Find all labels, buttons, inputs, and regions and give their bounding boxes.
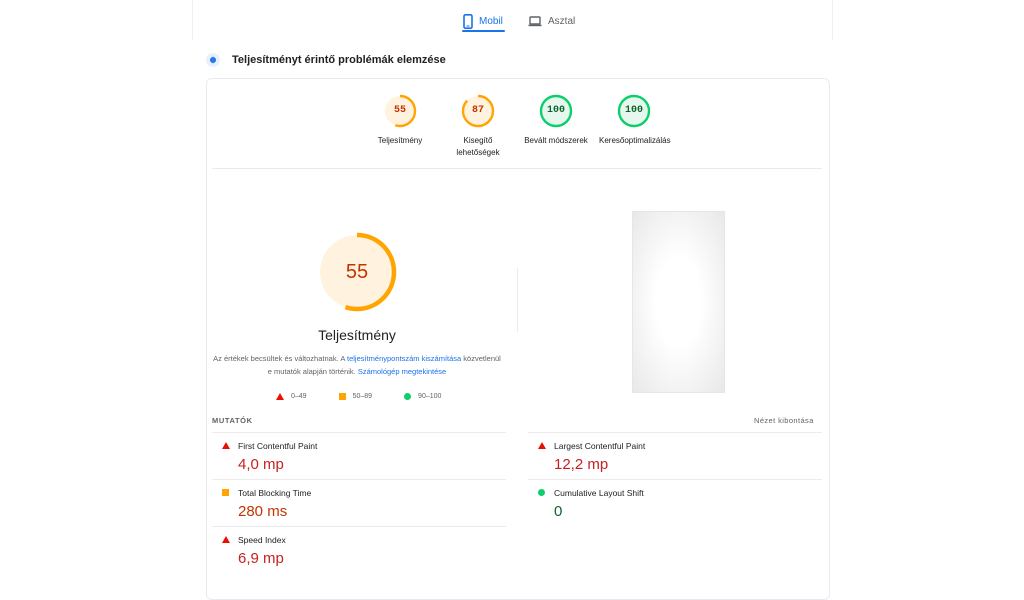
device-tabs: Mobil Asztal [0, 8, 1024, 34]
legend-average: 50–89 [338, 392, 373, 400]
gauge-ring: 100 [539, 94, 573, 128]
legend-pass: 90–100 [404, 392, 442, 400]
metric-name: Total Blocking Time [238, 488, 312, 498]
gauge-score: 100 [624, 105, 643, 116]
tab-desktop-label: Asztal [548, 15, 576, 27]
category-gauge-performance[interactable]: 55 Teljesítmény [365, 94, 435, 147]
green-circle-icon [538, 489, 545, 496]
metric-name: Largest Contentful Paint [554, 441, 646, 451]
legend-pass-label: 90–100 [418, 392, 442, 400]
metric-name: Cumulative Layout Shift [554, 488, 644, 498]
orange-square-icon [338, 392, 346, 400]
metric-lcp: Largest Contentful Paint 12,2 mp [528, 432, 822, 480]
section-header: Teljesítményt érintő problémák elemzése [206, 50, 446, 70]
gauge-label: Kisegítő lehetőségek [456, 136, 500, 157]
red-triangle-icon [222, 536, 230, 543]
gauge-ring: 55 [383, 94, 417, 128]
metric-value: 280 ms [238, 503, 288, 520]
gauge-score: 87 [471, 105, 484, 116]
metric-value: 6,9 mp [238, 550, 284, 567]
metric-tbt: Total Blocking Time 280 ms [212, 479, 506, 527]
legend-average-label: 50–89 [352, 392, 373, 400]
gauge-label: Bevált módszerek [524, 136, 588, 145]
legend-fail-label: 0–49 [291, 392, 307, 400]
red-triangle-icon [222, 442, 230, 449]
lighthouse-icon [206, 53, 220, 67]
section-title: Teljesítményt érintő problémák elemzése [232, 54, 446, 66]
gauge-ring: 100 [617, 94, 651, 128]
tab-mobile-label: Mobil [479, 15, 503, 27]
metric-value: 12,2 mp [554, 456, 609, 473]
gauge-label: Keresőoptimalizálás [599, 136, 671, 145]
divider [517, 268, 518, 332]
orange-square-icon [222, 489, 229, 496]
divider [212, 168, 822, 169]
performance-gauge: 55 [316, 231, 398, 313]
expand-view-button[interactable]: Nézet kibontása [754, 416, 814, 425]
description-text: Az értékek becsültek és változhatnak. A [213, 354, 347, 363]
calculator-link[interactable]: Számológép megtekintése [358, 367, 446, 376]
laptop-icon [528, 15, 542, 27]
metric-name: First Contentful Paint [238, 441, 318, 451]
gauge-ring: 87 [461, 94, 495, 128]
metric-name: Speed Index [238, 535, 286, 545]
tab-desktop[interactable]: Asztal [528, 8, 575, 34]
red-triangle-icon [276, 392, 284, 400]
metric-value: 4,0 mp [238, 456, 284, 473]
legend-fail: 0–49 [276, 392, 307, 400]
category-gauge-seo[interactable]: 100 Keresőoptimalizálás [599, 94, 671, 147]
active-tab-indicator [462, 30, 505, 32]
gauge-score: 55 [393, 105, 406, 116]
gauge-label: Teljesítmény [377, 136, 423, 145]
score-legend: 0–49 50–89 90–100 [276, 391, 441, 401]
metric-value: 0 [554, 503, 563, 520]
gauge-score: 100 [546, 105, 565, 116]
metric-cls: Cumulative Layout Shift 0 [528, 479, 822, 527]
metric-speed-index: Speed Index 6,9 mp [212, 526, 506, 574]
performance-title: Teljesítmény [318, 327, 396, 343]
metric-fcp: First Contentful Paint 4,0 mp [212, 432, 506, 480]
page-screenshot-thumbnail [632, 211, 725, 393]
score-calculation-link[interactable]: teljesítménypontszám kiszámítása [347, 354, 461, 363]
score-description: Az értékek becsültek és változhatnak. A … [212, 352, 502, 378]
smartphone-icon [463, 13, 473, 29]
performance-score: 55 [345, 261, 369, 283]
category-gauge-best-practices[interactable]: 100 Bevált módszerek [521, 94, 591, 147]
red-triangle-icon [538, 442, 546, 449]
category-gauge-accessibility[interactable]: 87 Kisegítő lehetőségek [443, 94, 513, 159]
green-circle-icon [404, 392, 412, 400]
metrics-heading: MUTATÓK [212, 416, 253, 425]
